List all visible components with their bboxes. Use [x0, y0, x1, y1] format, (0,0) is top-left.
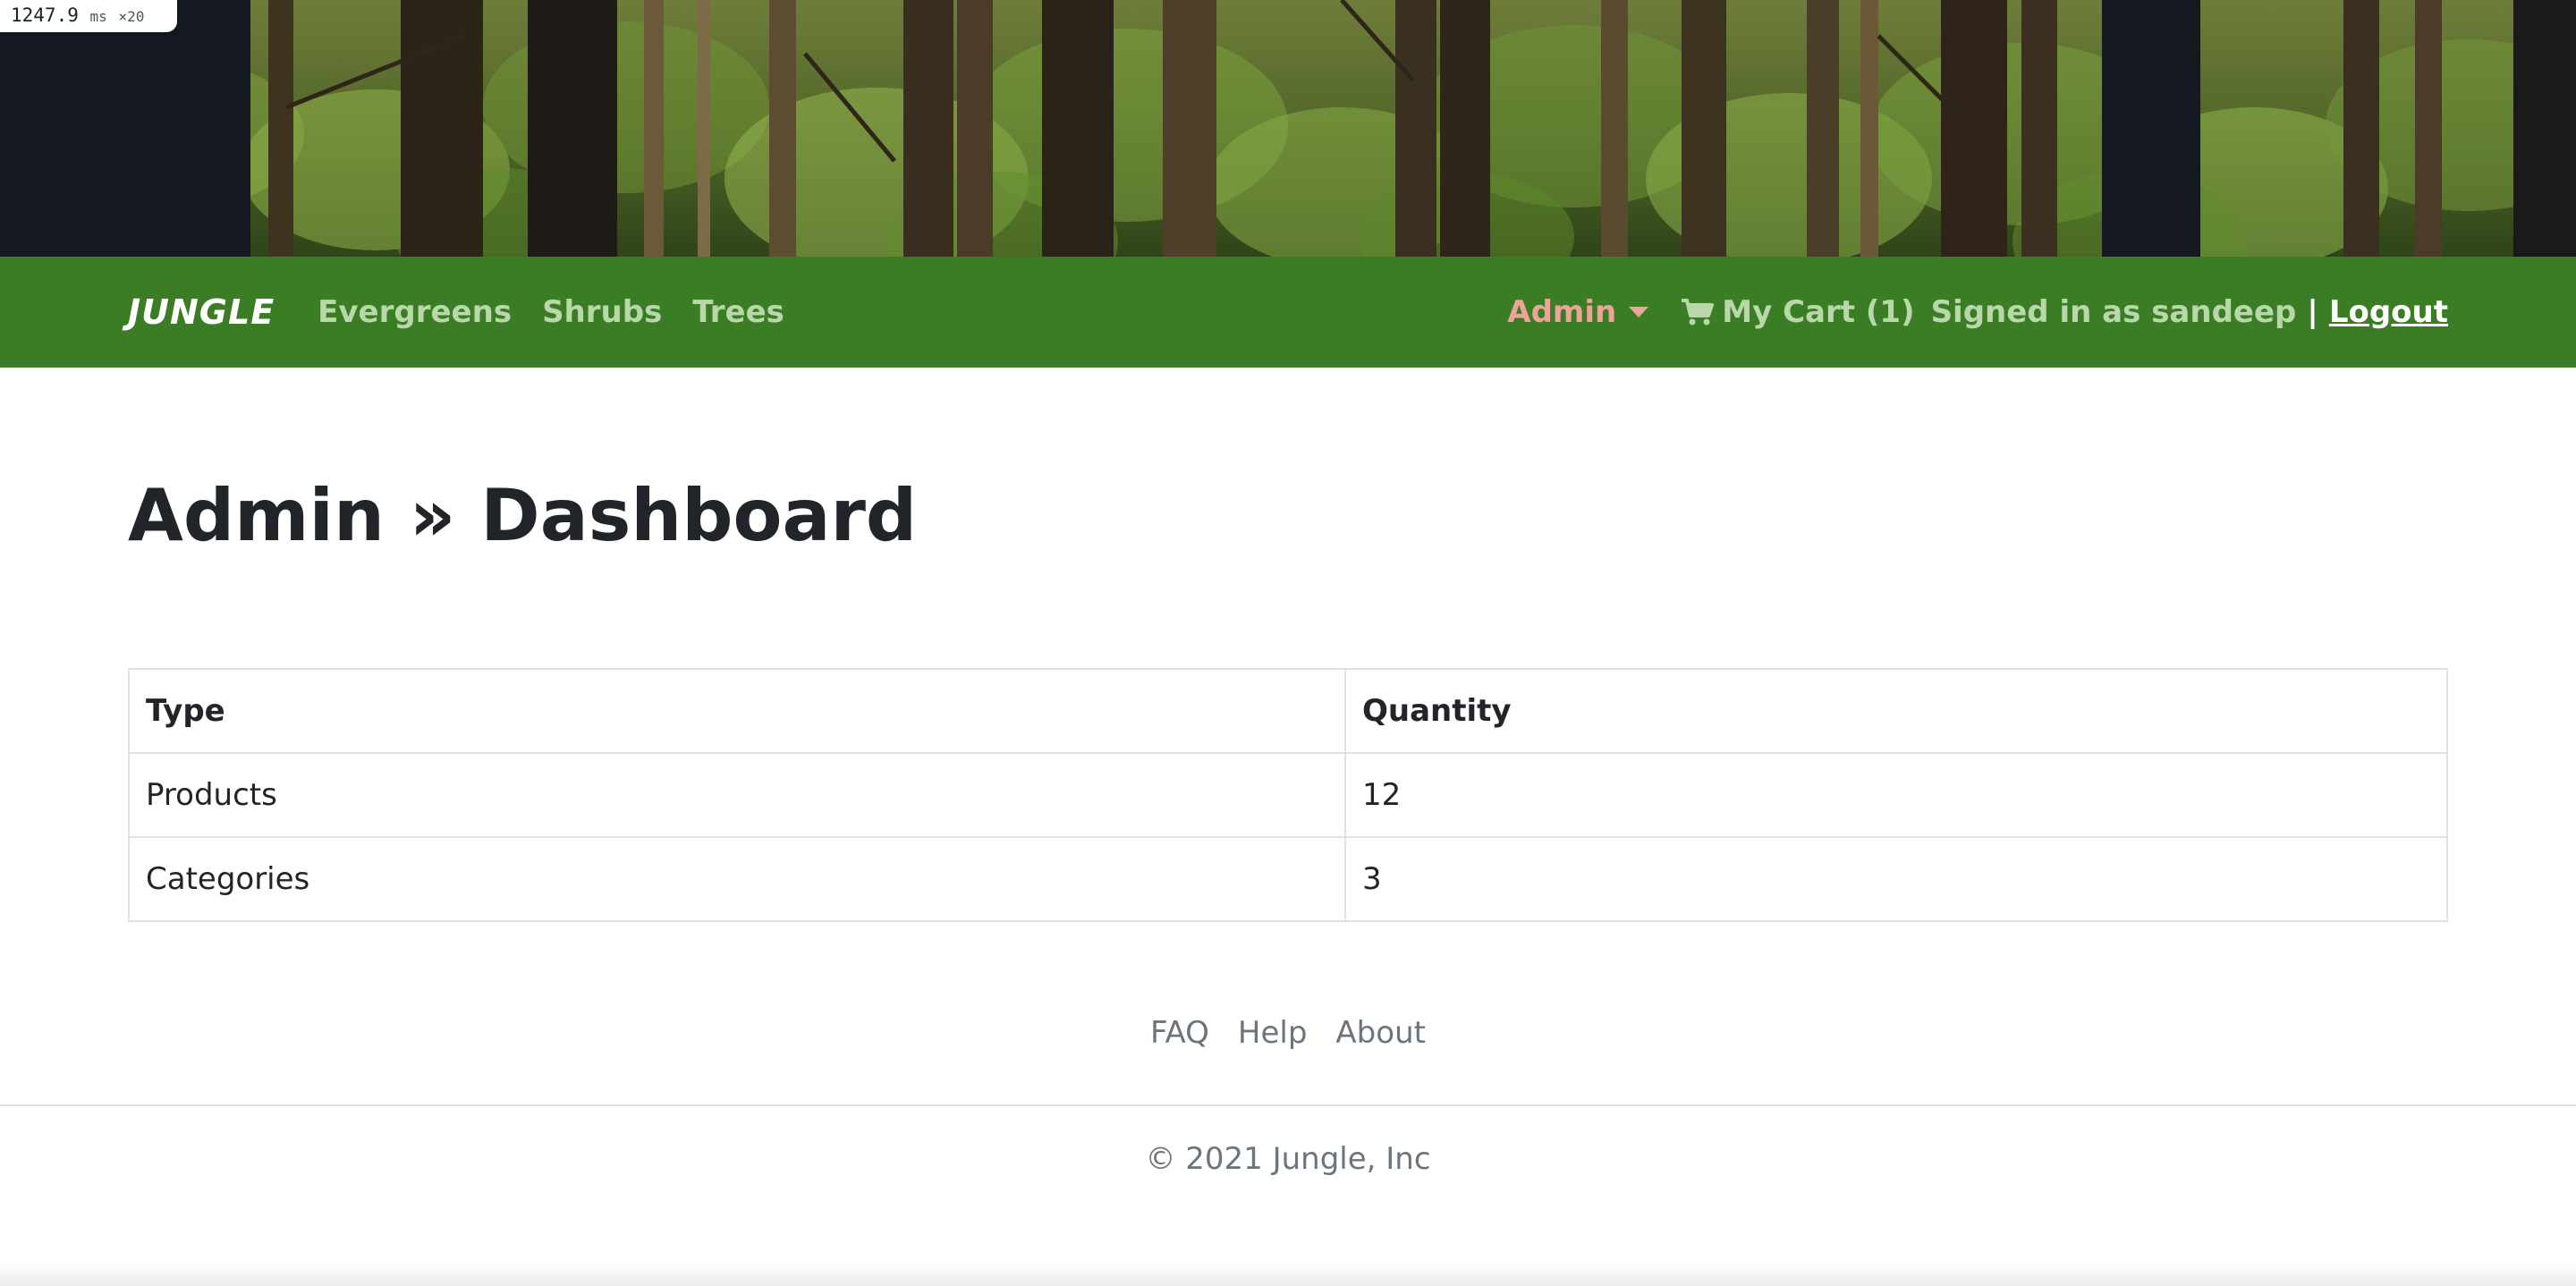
- footer-divider: [0, 1104, 2576, 1106]
- logout-link[interactable]: Logout: [2329, 294, 2448, 330]
- copyright-text: © 2021 Jungle, Inc: [1145, 1141, 1431, 1177]
- cell-quantity: 3: [1344, 836, 2448, 922]
- forest-illustration: [0, 0, 2576, 257]
- dashboard-table: Type Quantity Products 12 Categories 3: [128, 668, 2448, 922]
- admin-label: Admin: [1507, 294, 1617, 330]
- cart-label: My Cart (1): [1722, 294, 1915, 330]
- cell-type: Categories: [128, 836, 1346, 922]
- signed-in-text: Signed in as sandeep: [1930, 294, 2297, 330]
- timing-value: 1247.9: [11, 4, 79, 26]
- top-navbar: JUNGLE Evergreens Shrubs Trees Admin My …: [0, 257, 2576, 368]
- nav-link-evergreens[interactable]: Evergreens: [318, 294, 512, 330]
- cell-quantity: 12: [1344, 752, 2448, 838]
- timing-badge: 1247.9 ms ×20: [0, 0, 177, 32]
- forest-banner-image: [0, 0, 2576, 257]
- table-row: Products 12: [128, 752, 2448, 838]
- bottom-shadow: [0, 1263, 2576, 1286]
- footer-link-about[interactable]: About: [1335, 1015, 1426, 1051]
- nav-separator: |: [2307, 294, 2318, 330]
- cell-type: Products: [128, 752, 1346, 838]
- table-header-row: Type Quantity: [128, 668, 2448, 754]
- timing-multiplier: ×20: [118, 8, 145, 25]
- table-row: Categories 3: [128, 836, 2448, 922]
- nav-link-shrubs[interactable]: Shrubs: [542, 294, 662, 330]
- column-header-quantity: Quantity: [1344, 668, 2448, 754]
- column-header-type: Type: [128, 668, 1346, 754]
- page: 1247.9 ms ×20 JUNGLE Evergreens Shrubs T…: [0, 0, 2576, 1286]
- my-cart-link[interactable]: My Cart (1): [1681, 294, 1915, 330]
- footer-link-faq[interactable]: FAQ: [1150, 1015, 1209, 1051]
- footer-link-help[interactable]: Help: [1238, 1015, 1308, 1051]
- nav-right: Admin My Cart (1) Signed in as sandeep |…: [1507, 294, 2448, 330]
- admin-dropdown[interactable]: Admin: [1507, 294, 1649, 330]
- timing-unit: ms: [89, 8, 107, 25]
- page-title: Admin » Dashboard: [128, 474, 918, 557]
- shopping-cart-icon: [1682, 299, 1715, 326]
- brand-logo[interactable]: JUNGLE: [128, 292, 275, 332]
- footer-links: FAQ Help About: [0, 1015, 2576, 1051]
- nav-link-trees[interactable]: Trees: [692, 294, 784, 330]
- caret-down-icon: [1629, 307, 1649, 317]
